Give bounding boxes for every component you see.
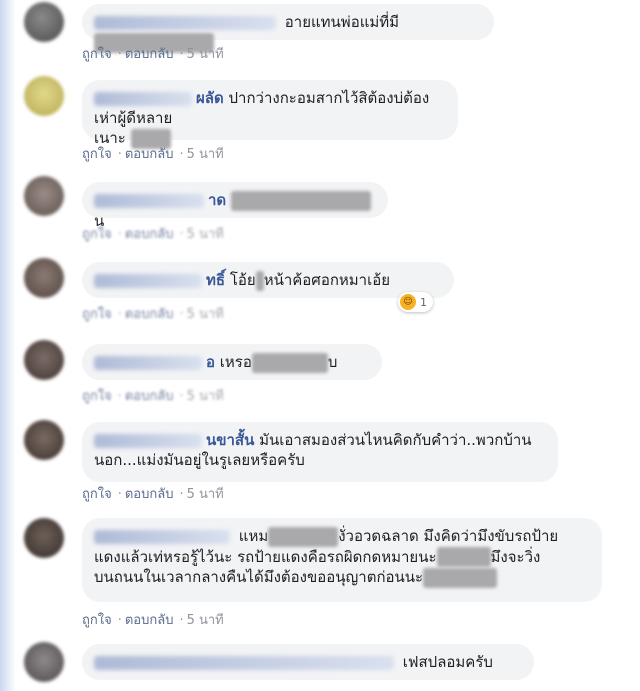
comment-bubble: อ เหรอ บ <box>82 344 382 380</box>
like-link[interactable]: ถูกใจ <box>82 613 112 628</box>
comment-1: อายแทนพ่อแม่ที่มี ถูกใจ · ตอบกลับ · 5 นาที <box>24 0 640 70</box>
reply-link[interactable]: ตอบกลับ <box>125 307 174 322</box>
comment-actions: ถูกใจ · ตอบกลับ · 5 นาที <box>82 307 224 322</box>
timestamp[interactable]: 5 นาที <box>187 227 224 242</box>
avatar[interactable] <box>24 642 64 682</box>
redacted-text <box>230 190 371 211</box>
reply-link[interactable]: ตอบกลับ <box>125 227 174 242</box>
like-link[interactable]: ถูกใจ <box>82 487 112 502</box>
timestamp[interactable]: 5 นาที <box>187 47 224 62</box>
comment-bubble: เฟสปลอมครับ <box>82 644 534 680</box>
comment-2: ผลัด ปากว่างกะอมสากไว้สิต้องบ่ต้องเห่าผู… <box>24 76 640 168</box>
comment-text-line-2b: มึงจะวิ่ง <box>490 547 541 566</box>
reaction-badge[interactable]: ☺ 1 <box>398 292 433 312</box>
timestamp[interactable]: 5 นาที <box>187 307 224 322</box>
commenter-name-redacted[interactable] <box>94 15 276 30</box>
left-blur-edge <box>0 0 16 691</box>
comment-bubble: อายแทนพ่อแม่ที่มี <box>82 4 494 53</box>
timestamp[interactable]: 5 นาที <box>187 147 224 162</box>
like-link[interactable]: ถูกใจ <box>82 47 112 62</box>
comment-text-line-2: นอก...แม่งมันอยู่ในรูเลยหรือครับ <box>94 451 305 469</box>
redacted-text <box>268 526 339 547</box>
comment-bubble: ผลัด ปากว่างกะอมสากไว้สิต้องบ่ต้องเห่าผู… <box>82 80 458 149</box>
timestamp[interactable]: 5 นาที <box>187 389 224 404</box>
comment-text-line-1: มันเอาสมองส่วนไหนคิดกับคำว่า..พวกบ้าน <box>259 431 532 449</box>
timestamp[interactable]: 5 นาที <box>187 487 224 502</box>
comment-3: าด น ถูกใจ · ตอบกลับ · 5 นาที <box>24 172 640 250</box>
avatar[interactable] <box>24 76 64 116</box>
comment-text-part-1: โอ้ย <box>229 271 256 289</box>
like-link[interactable]: ถูกใจ <box>82 307 112 322</box>
commenter-name-redacted[interactable] <box>94 655 394 670</box>
comment-actions: ถูกใจ · ตอบกลับ · 5 นาที <box>82 613 224 628</box>
commenter-name[interactable]: นขาสั้น <box>206 431 254 449</box>
avatar[interactable] <box>24 258 64 298</box>
commenter-name-redacted[interactable] <box>94 273 202 288</box>
commenter-name-redacted[interactable] <box>94 529 230 544</box>
comment-text-end: บ <box>327 353 338 371</box>
comment-text-line-1a: แหม <box>238 527 269 545</box>
like-link[interactable]: ถูกใจ <box>82 147 112 162</box>
timestamp[interactable]: 5 นาที <box>187 613 224 628</box>
comment-text-line-1b: งั่วอวดฉลาด มึงคิดว่ามึงขับรถป้าย <box>338 527 559 545</box>
comment-text-part-2: หน้าค้อศอกหมาเอ้ย <box>263 271 391 289</box>
reply-link[interactable]: ตอบกลับ <box>125 147 174 162</box>
comment-bubble: าด น <box>82 182 388 230</box>
comment-8: เฟสปลอมครับ <box>24 638 640 691</box>
comment-4: ทธิ์ โอ้ย หน้าค้อศอกหมาเอ้ย ☺ 1 ถูกใจ · ตอบก… <box>24 254 640 332</box>
comment-text: เฟสปลอมครับ <box>402 653 493 671</box>
comment-bubble: แหม งั่วอวดฉลาด มึงคิดว่ามึงขับรถป้าย แดง… <box>82 518 602 602</box>
reply-link[interactable]: ตอบกลับ <box>125 47 174 62</box>
comment-text-line-3: บนถนนในเวลากลางคืนได้มึงต้องขออนุญาตก่อน… <box>94 568 424 586</box>
comment-actions: ถูกใจ · ตอบกลับ · 5 นาที <box>82 389 224 404</box>
redacted-text <box>255 270 264 291</box>
comment-text-line-2a: แดงแล้วเท่หรอรู้ไว้นะ รถป้ายแดงคือรถผิดก… <box>94 547 437 566</box>
reply-link[interactable]: ตอบกลับ <box>125 487 174 502</box>
reply-link[interactable]: ตอบกลับ <box>125 613 174 628</box>
avatar[interactable] <box>24 518 64 558</box>
comment-actions: ถูกใจ · ตอบกลับ · 5 นาที <box>82 487 224 502</box>
comment-actions: ถูกใจ · ตอบกลับ · 5 นาที <box>82 147 224 162</box>
comment-6: นขาสั้น มันเอาสมองส่วนไหนคิดกับคำว่า..พว… <box>24 416 640 512</box>
avatar[interactable] <box>24 420 64 460</box>
comment-5: อ เหรอ บ ถูกใจ · ตอบกลับ · 5 นาที <box>24 336 640 416</box>
commenter-name-redacted[interactable] <box>94 193 204 208</box>
reaction-count: 1 <box>420 295 427 309</box>
redacted-text <box>251 352 328 373</box>
comment-text: อายแทนพ่อแม่ที่มี <box>284 13 400 31</box>
avatar[interactable] <box>24 340 64 380</box>
commenter-name[interactable]: อ <box>206 353 215 371</box>
avatar[interactable] <box>24 176 64 216</box>
comment-text-line-2: เนาะ <box>94 129 126 147</box>
like-link[interactable]: ถูกใจ <box>82 227 112 242</box>
comment-actions: ถูกใจ · ตอบกลับ · 5 นาที <box>82 47 224 62</box>
redacted-text <box>436 547 491 567</box>
haha-icon: ☺ <box>400 294 416 310</box>
commenter-name[interactable]: ผลัด <box>196 89 224 107</box>
redacted-text <box>423 567 498 588</box>
commenter-name-redacted[interactable] <box>94 433 202 448</box>
like-link[interactable]: ถูกใจ <box>82 389 112 404</box>
commenter-name[interactable]: าด <box>208 191 226 209</box>
comment-text: เหรอ <box>219 353 252 371</box>
commenter-name-redacted[interactable] <box>94 355 202 370</box>
comment-7: แหม งั่วอวดฉลาด มึงคิดว่ามึงขับรถป้าย แดง… <box>24 512 640 638</box>
avatar[interactable] <box>24 2 64 42</box>
comment-actions: ถูกใจ · ตอบกลับ · 5 นาที <box>82 227 224 242</box>
comment-bubble: นขาสั้น มันเอาสมองส่วนไหนคิดกับคำว่า..พว… <box>82 422 558 482</box>
commenter-name[interactable]: ทธิ์ <box>206 271 225 289</box>
comment-bubble: ทธิ์ โอ้ย หน้าค้อศอกหมาเอ้ย <box>82 262 454 298</box>
commenter-name-redacted[interactable] <box>94 91 192 106</box>
reply-link[interactable]: ตอบกลับ <box>125 389 174 404</box>
